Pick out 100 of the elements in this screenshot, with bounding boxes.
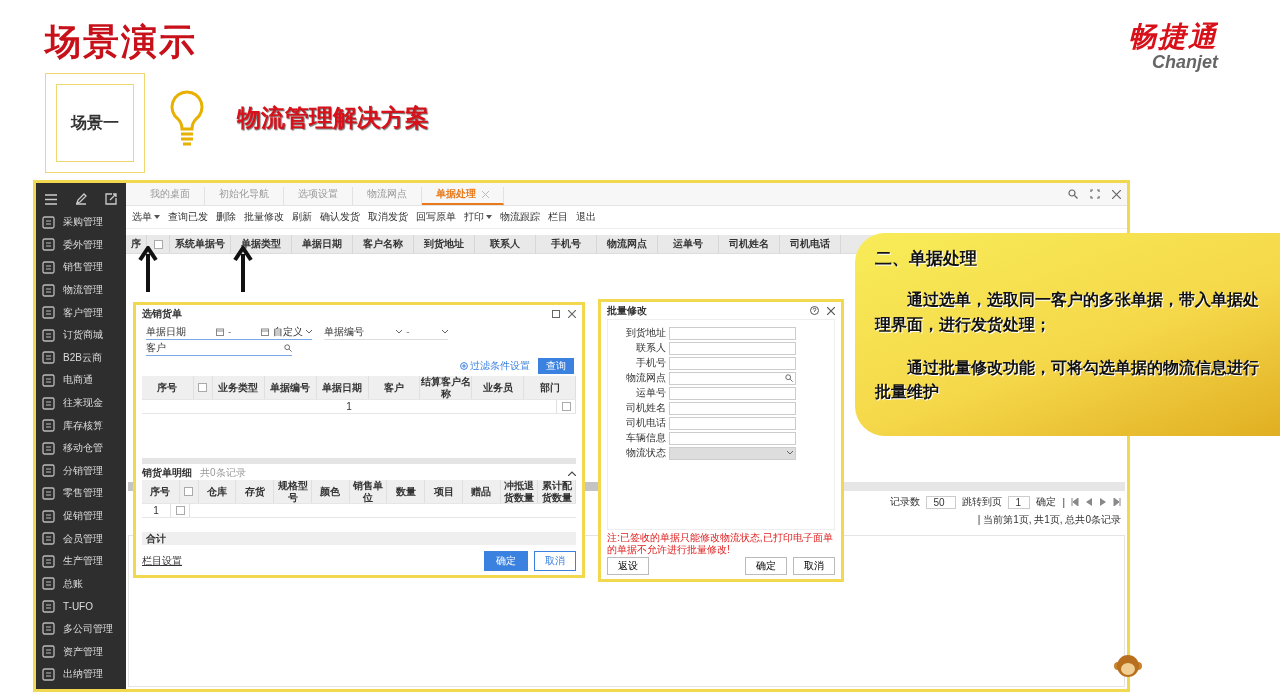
sidebar-item[interactable]: B2B云商 bbox=[36, 346, 126, 370]
checkbox[interactable] bbox=[153, 239, 163, 249]
caret-icon bbox=[787, 451, 793, 455]
input-field[interactable] bbox=[669, 341, 796, 355]
filter-settings-link[interactable]: 过滤条件设置 bbox=[460, 359, 530, 373]
search-icon bbox=[284, 343, 292, 352]
sidebar-item[interactable]: 物流管理 bbox=[36, 278, 126, 302]
checkbox[interactable] bbox=[561, 402, 571, 411]
search-icon[interactable] bbox=[1068, 189, 1078, 199]
help-icon[interactable] bbox=[810, 306, 819, 315]
first-page-icon[interactable] bbox=[1071, 498, 1079, 506]
toolbar-button[interactable]: 取消发货 bbox=[368, 210, 408, 224]
checkbox[interactable] bbox=[175, 506, 185, 515]
sidebar-item[interactable]: 生产管理 bbox=[36, 549, 126, 573]
sidebar-item[interactable]: 分销管理 bbox=[36, 459, 126, 483]
module-icon bbox=[42, 577, 55, 591]
exit-icon[interactable] bbox=[105, 193, 117, 205]
sidebar-label: B2B云商 bbox=[63, 350, 102, 365]
sidebar-label: 客户管理 bbox=[63, 305, 103, 320]
column-header: 单据编号 bbox=[264, 376, 317, 399]
toolbar-button[interactable]: 栏目 bbox=[548, 210, 568, 224]
caret-icon bbox=[396, 329, 403, 334]
input-field[interactable] bbox=[669, 371, 796, 385]
last-page-icon[interactable] bbox=[1113, 498, 1121, 506]
collapse-icon[interactable] bbox=[568, 470, 576, 476]
page-number-field[interactable]: 1 bbox=[1008, 495, 1031, 509]
sidebar-item[interactable]: 总账 bbox=[36, 572, 126, 596]
input-field[interactable] bbox=[669, 386, 796, 400]
field-label: 运单号 bbox=[635, 386, 666, 400]
toolbar-button[interactable]: 打印 bbox=[464, 210, 492, 224]
column-header: 运单号 bbox=[658, 235, 719, 253]
sidebar-item[interactable]: 促销管理 bbox=[36, 504, 126, 528]
field-label: 物流状态 bbox=[625, 446, 666, 460]
sidebar-label: 往来现金 bbox=[63, 396, 103, 411]
sidebar-item[interactable]: 会员管理 bbox=[36, 527, 126, 550]
toolbar-button[interactable]: 刷新 bbox=[292, 210, 312, 224]
sidebar-item[interactable]: 资产管理 bbox=[36, 640, 126, 663]
maximize-icon[interactable] bbox=[1090, 189, 1100, 199]
input-field[interactable] bbox=[669, 431, 796, 445]
maximize-icon[interactable] bbox=[552, 309, 560, 318]
period-select[interactable]: 自定义 bbox=[273, 324, 313, 339]
calendar-icon bbox=[261, 327, 270, 336]
ok-button[interactable]: 确定 bbox=[745, 557, 787, 575]
toolbar-button[interactable]: 批量修改 bbox=[244, 210, 284, 224]
module-icon bbox=[42, 645, 55, 659]
module-icon bbox=[42, 441, 55, 455]
sidebar-item[interactable]: T-UFO bbox=[36, 595, 126, 618]
sidebar-item[interactable]: 往来现金 bbox=[36, 391, 126, 415]
column-header: 单据日期 bbox=[316, 376, 369, 399]
query-button[interactable]: 查询 bbox=[538, 358, 574, 374]
pager-label: 记录数 bbox=[890, 495, 921, 509]
sidebar-item[interactable]: 采购管理 bbox=[36, 211, 126, 234]
toolbar-button[interactable]: 查询已发 bbox=[168, 210, 208, 224]
column-header: 手机号 bbox=[536, 235, 597, 253]
toolbar-button[interactable]: 回写原单 bbox=[416, 210, 456, 224]
cancel-button[interactable]: 取消 bbox=[793, 557, 835, 575]
sidebar-item[interactable]: 客户管理 bbox=[36, 301, 126, 324]
toolbar-button[interactable]: 退出 bbox=[576, 210, 596, 224]
previous-page-icon[interactable] bbox=[1085, 498, 1093, 506]
pager-label: 跳转到页 bbox=[962, 495, 1003, 509]
scene-label: 场景一 bbox=[45, 73, 145, 173]
sidebar-item[interactable]: 委外管理 bbox=[36, 233, 126, 257]
column-header: 序号 bbox=[142, 376, 194, 399]
filter-label: 单据日期 bbox=[146, 324, 186, 339]
cancel-button[interactable]: 取消 bbox=[534, 551, 576, 571]
page-size-field[interactable]: 50 bbox=[926, 495, 957, 509]
pen-icon[interactable] bbox=[75, 193, 87, 205]
toolbar-button[interactable]: 选单 bbox=[132, 210, 160, 224]
sidebar-item[interactable]: 电商通 bbox=[36, 369, 126, 392]
checkbox[interactable] bbox=[198, 383, 208, 392]
sidebar-item[interactable]: 零售管理 bbox=[36, 482, 126, 505]
input-field[interactable] bbox=[669, 356, 796, 370]
sidebar-item[interactable]: 销售管理 bbox=[36, 256, 126, 279]
row-number: 1 bbox=[142, 504, 171, 517]
toolbar-button[interactable]: 确认发货 bbox=[320, 210, 360, 224]
sidebar-item[interactable]: 出纳管理 bbox=[36, 662, 126, 686]
close-icon[interactable] bbox=[827, 306, 835, 315]
sidebar-item[interactable]: 订货商城 bbox=[36, 323, 126, 347]
close-icon[interactable] bbox=[568, 309, 576, 318]
toolbar-button[interactable]: 删除 bbox=[216, 210, 236, 224]
input-field[interactable] bbox=[669, 401, 796, 415]
reset-button[interactable]: 返设 bbox=[607, 557, 649, 575]
sidebar-label: 分销管理 bbox=[63, 463, 103, 478]
sidebar-label: 多公司管理 bbox=[63, 622, 113, 636]
confirm-link[interactable]: 确定 bbox=[1036, 495, 1057, 509]
column-header: 单据日期 bbox=[292, 235, 353, 253]
sidebar-item[interactable]: 库存核算 bbox=[36, 414, 126, 437]
headline: 物流管理解决方案 bbox=[237, 103, 429, 133]
sidebar-item[interactable]: 移动仓管 bbox=[36, 436, 126, 460]
column-settings-link[interactable]: 栏目设置 bbox=[142, 554, 182, 568]
next-page-icon[interactable] bbox=[1099, 498, 1107, 506]
menu-icon[interactable] bbox=[45, 193, 57, 205]
close-icon[interactable] bbox=[1112, 189, 1121, 199]
toolbar-button[interactable]: 物流跟踪 bbox=[500, 210, 540, 224]
sidebar-item[interactable]: 多公司管理 bbox=[36, 617, 126, 641]
input-field[interactable] bbox=[669, 416, 796, 430]
checkbox[interactable] bbox=[184, 487, 194, 496]
input-field[interactable] bbox=[669, 326, 796, 340]
sidebar-label: T-UFO bbox=[63, 600, 93, 612]
ok-button[interactable]: 确定 bbox=[484, 551, 528, 571]
